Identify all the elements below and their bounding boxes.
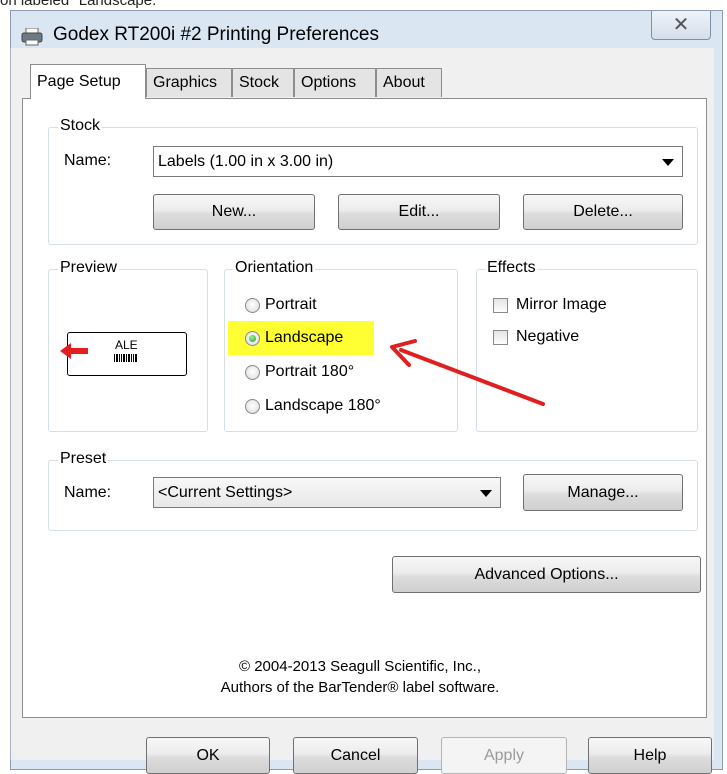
- close-icon: ✕: [672, 14, 690, 36]
- ok-button[interactable]: OK: [146, 737, 270, 774]
- preview-label-text: ALE: [115, 338, 138, 352]
- radio-button-selected[interactable]: [245, 331, 260, 346]
- tab-options[interactable]: Options: [294, 68, 376, 97]
- chevron-down-icon: [662, 159, 674, 166]
- copyright-block: © 2004-2013 Seagull Scientific, Inc., Au…: [140, 656, 580, 698]
- mirror-image-checkbox[interactable]: [493, 298, 508, 313]
- orientation-option-label: Landscape: [265, 329, 344, 346]
- orientation-option-label: Portrait 180°: [265, 363, 355, 380]
- preview-group-label: Preview: [58, 259, 119, 277]
- stock-name-value: Labels (1.00 in x 3.00 in): [158, 153, 334, 170]
- chevron-down-icon: [480, 490, 492, 497]
- orientation-option-landscape[interactable]: Landscape: [243, 328, 383, 350]
- manage-presets-button[interactable]: Manage...: [523, 474, 683, 511]
- apply-button[interactable]: Apply: [441, 737, 567, 774]
- tab-page-setup[interactable]: Page Setup: [30, 64, 146, 99]
- edit-stock-button[interactable]: Edit...: [338, 194, 500, 230]
- preset-name-value: <Current Settings>: [158, 484, 293, 501]
- cancel-button[interactable]: Cancel: [293, 737, 418, 774]
- mirror-image-option[interactable]: Mirror Image: [491, 295, 671, 317]
- preset-name-dropdown[interactable]: <Current Settings>: [153, 477, 501, 508]
- radio-button[interactable]: [245, 365, 260, 380]
- orientation-group-label: Orientation: [233, 259, 316, 277]
- tab-stock[interactable]: Stock: [232, 68, 294, 97]
- copyright-line-1: © 2004-2013 Seagull Scientific, Inc.,: [238, 658, 482, 675]
- stock-group-label: Stock: [58, 117, 103, 135]
- annotation-arrow-icon: [390, 339, 545, 406]
- stock-name-label: Name:: [64, 152, 112, 169]
- window-title: Godex RT200i #2 Printing Preferences: [53, 24, 379, 45]
- printer-icon: [21, 28, 43, 46]
- orientation-option-label: Landscape 180°: [265, 397, 381, 414]
- orientation-option-portrait[interactable]: Portrait: [243, 295, 403, 317]
- new-stock-button[interactable]: New...: [153, 194, 315, 230]
- advanced-options-button[interactable]: Advanced Options...: [392, 556, 701, 593]
- copyright-line-2: Authors of the BarTender® label software…: [220, 679, 500, 696]
- stock-name-dropdown[interactable]: Labels (1.00 in x 3.00 in): [153, 146, 683, 177]
- help-button[interactable]: Help: [588, 737, 712, 774]
- orientation-option-label: Portrait: [265, 296, 317, 313]
- close-button[interactable]: ✕: [651, 11, 711, 40]
- feed-direction-arrow-icon: [60, 343, 88, 359]
- preset-name-label: Name:: [64, 484, 112, 501]
- radio-button[interactable]: [245, 399, 260, 414]
- mirror-image-label: Mirror Image: [516, 296, 607, 313]
- delete-stock-button[interactable]: Delete...: [523, 194, 683, 230]
- preset-group-label: Preset: [58, 450, 109, 468]
- radio-button[interactable]: [245, 298, 260, 313]
- tab-about[interactable]: About: [376, 68, 442, 97]
- effects-group-label: Effects: [485, 259, 538, 277]
- tab-graphics[interactable]: Graphics: [146, 68, 232, 97]
- barcode-icon: [114, 354, 137, 362]
- caption-text: on labeled "Landscape.": [0, 0, 162, 9]
